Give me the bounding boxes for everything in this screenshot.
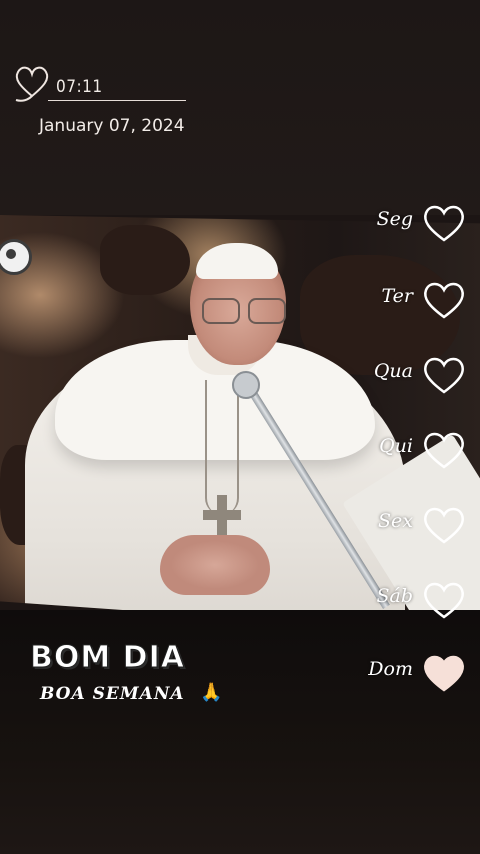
time-widget: 07:11 January 07, 2024 [10,60,190,150]
greeting: BOM DIA BOA SEMANA 🙏 [30,640,290,720]
folded-hands [160,535,270,595]
heart-outline-icon [424,582,464,619]
heart-outline-icon [424,432,464,469]
pectoral-cross-bar [203,510,241,520]
heart-outline-icon [424,282,464,319]
greeting-title: BOM DIA [30,640,185,676]
map-shape [100,225,190,295]
day-row-qua[interactable]: Qua [360,350,475,400]
day-row-qui[interactable]: Qui [360,425,475,475]
microphone-icon [232,371,260,399]
day-label: Qui [379,435,413,457]
day-row-sab[interactable]: Sáb [360,575,475,625]
day-label: Sex [378,510,413,532]
day-row-seg[interactable]: Seg [360,198,475,248]
praying-hands-icon: 🙏 [200,682,223,703]
greeting-subtitle: BOA SEMANA [40,684,185,704]
heart-outline-icon [424,357,464,394]
date-label: January 07, 2024 [39,116,185,136]
heart-filled-icon [424,655,464,692]
day-row-sex[interactable]: Sex [360,500,475,550]
heart-outline-icon [424,507,464,544]
divider [48,100,186,101]
heart-outline-icon [15,66,49,102]
day-label: Ter [381,285,413,307]
day-label: Seg [376,208,413,230]
day-label: Dom [368,658,413,680]
day-row-dom[interactable]: Dom [360,648,475,698]
record-dot [6,249,16,259]
day-label: Qua [373,360,413,382]
day-row-ter[interactable]: Ter [360,275,475,325]
heart-outline-icon [424,205,464,242]
lens [248,298,286,324]
glasses [200,298,290,324]
day-label: Sáb [376,585,413,607]
time-label: 07:11 [56,77,103,97]
lens [202,298,240,324]
